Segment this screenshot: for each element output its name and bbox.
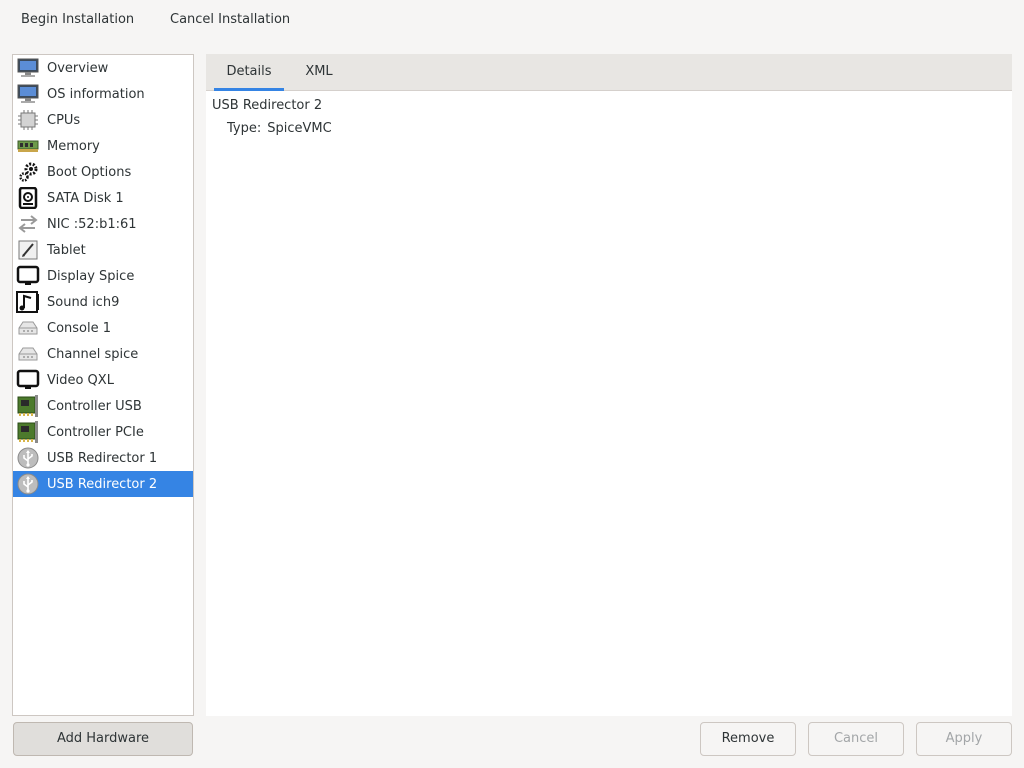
sidebar-item-channel-spice[interactable]: Channel spice <box>13 341 193 367</box>
cancel-button[interactable]: Cancel <box>808 722 904 756</box>
tab-bar: Details XML <box>206 54 1012 91</box>
sidebar-item-nic-52-b1-61[interactable]: NIC :52:b1:61 <box>13 211 193 237</box>
sidebar-item-label: Channel spice <box>47 346 139 362</box>
begin-installation-button[interactable]: Begin Installation <box>13 6 142 34</box>
tab-xml[interactable]: XML <box>292 54 346 91</box>
sidebar-item-controller-pcie[interactable]: Controller PCIe <box>13 419 193 445</box>
type-label: Type: <box>227 121 262 136</box>
pci-card-icon <box>15 394 41 418</box>
sidebar-item-label: Console 1 <box>47 320 112 336</box>
sidebar-item-sata-disk-1[interactable]: SATA Disk 1 <box>13 185 193 211</box>
sidebar-item-label: NIC :52:b1:61 <box>47 216 137 232</box>
sidebar-item-label: USB Redirector 1 <box>47 450 158 466</box>
remove-button[interactable]: Remove <box>700 722 796 756</box>
device-title: USB Redirector 2 <box>212 98 323 113</box>
sidebar-item-label: Overview <box>47 60 109 76</box>
sidebar-item-display-spice[interactable]: Display Spice <box>13 263 193 289</box>
tablet-pen-icon <box>15 238 41 262</box>
sidebar-item-video-qxl[interactable]: Video QXL <box>13 367 193 393</box>
sidebar-item-label: OS information <box>47 86 145 102</box>
add-hardware-button[interactable]: Add Hardware <box>13 722 193 756</box>
sidebar-item-tablet[interactable]: Tablet <box>13 237 193 263</box>
sidebar-item-label: Boot Options <box>47 164 132 180</box>
sidebar-item-controller-usb[interactable]: Controller USB <box>13 393 193 419</box>
sidebar-item-usb-redirector-2[interactable]: USB Redirector 2 <box>13 471 193 497</box>
toolbar: Begin Installation Cancel Installation <box>0 0 1024 40</box>
usb-icon <box>15 472 41 496</box>
sidebar-item-label: USB Redirector 2 <box>47 476 158 492</box>
sidebar-item-sound-ich9[interactable]: Sound ich9 <box>13 289 193 315</box>
sidebar-item-overview[interactable]: Overview <box>13 55 193 81</box>
gears-icon <box>15 160 41 184</box>
sidebar-item-label: Tablet <box>47 242 86 258</box>
sidebar-item-cpus[interactable]: CPUs <box>13 107 193 133</box>
serial-port-icon <box>15 316 41 340</box>
hardware-list: Overview OS information CPUs Memory Boot Opt… <box>12 54 194 716</box>
pci-card-icon <box>15 420 41 444</box>
sidebar-item-boot-options[interactable]: Boot Options <box>13 159 193 185</box>
monitor-icon <box>15 82 41 106</box>
usb-icon <box>15 446 41 470</box>
sidebar-item-label: CPUs <box>47 112 81 128</box>
hard-disk-icon <box>15 186 41 210</box>
display-monitor-icon <box>15 368 41 392</box>
sidebar-item-label: Display Spice <box>47 268 135 284</box>
monitor-icon <box>15 56 41 80</box>
sidebar-item-label: Sound ich9 <box>47 294 120 310</box>
device-type-row: Type: SpiceVMC <box>227 121 332 136</box>
cpu-chip-icon <box>15 108 41 132</box>
details-panel: Details XML USB Redirector 2 Type: SpiceV… <box>206 54 1012 716</box>
sidebar-item-label: Memory <box>47 138 100 154</box>
network-arrows-icon <box>15 212 41 236</box>
tab-details[interactable]: Details <box>214 54 284 91</box>
sidebar-item-usb-redirector-1[interactable]: USB Redirector 1 <box>13 445 193 471</box>
serial-port-icon <box>15 342 41 366</box>
sidebar-item-label: Controller PCIe <box>47 424 144 440</box>
cancel-installation-button[interactable]: Cancel Installation <box>162 6 298 34</box>
sidebar-item-label: Controller USB <box>47 398 142 414</box>
sidebar-item-label: SATA Disk 1 <box>47 190 124 206</box>
apply-button[interactable]: Apply <box>916 722 1012 756</box>
type-value: SpiceVMC <box>267 121 332 136</box>
sidebar-item-os-information[interactable]: OS information <box>13 81 193 107</box>
sidebar-item-memory[interactable]: Memory <box>13 133 193 159</box>
memory-module-icon <box>15 134 41 158</box>
sound-card-icon <box>15 290 41 314</box>
sidebar-item-console-1[interactable]: Console 1 <box>13 315 193 341</box>
sidebar-item-label: Video QXL <box>47 372 114 388</box>
display-monitor-icon <box>15 264 41 288</box>
